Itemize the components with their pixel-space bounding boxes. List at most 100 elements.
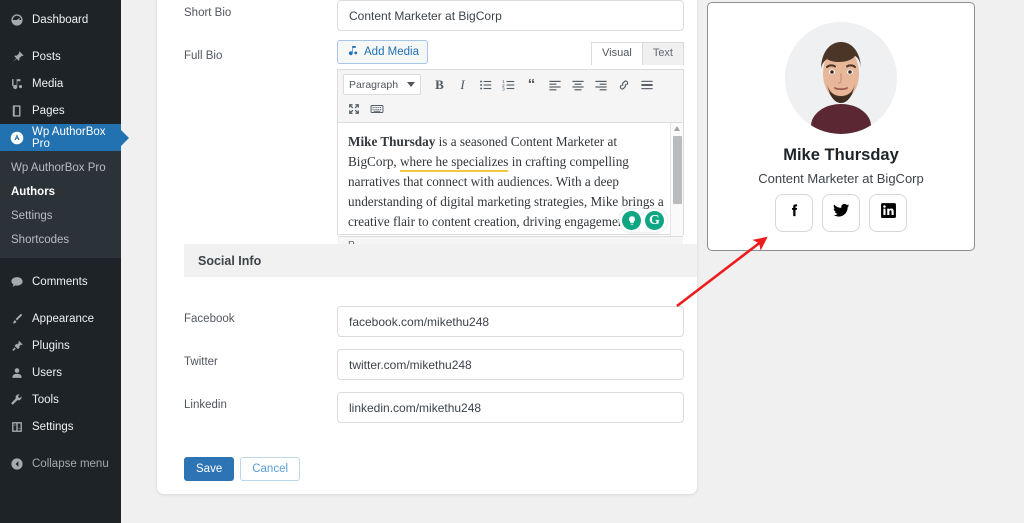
- bio-author-name: Mike Thursday: [348, 134, 436, 149]
- submenu-item-authors[interactable]: Authors: [0, 180, 121, 204]
- submenu-item-wp-authorbox-pro[interactable]: Wp AuthorBox Pro: [0, 156, 121, 180]
- sidebar-item-posts[interactable]: Posts: [0, 43, 121, 70]
- linkedin-icon: [880, 202, 897, 224]
- sidebar-item-media[interactable]: Media: [0, 70, 121, 97]
- sidebar-item-plugins[interactable]: Plugins: [0, 332, 121, 359]
- collapse-arrow-icon: [9, 456, 24, 471]
- full-bio-label: Full Bio: [184, 50, 223, 62]
- sidebar-item-comments[interactable]: Comments: [0, 268, 121, 295]
- linkedin-social-button[interactable]: [869, 194, 907, 232]
- grammarly-logo-icon[interactable]: G: [645, 211, 664, 230]
- paragraph-format-value: Paragraph: [349, 78, 399, 91]
- tab-text[interactable]: Text: [642, 42, 684, 65]
- numbered-list-icon[interactable]: 123: [498, 75, 519, 95]
- sidebar-label: Plugins: [32, 339, 70, 352]
- sidebar-item-dashboard[interactable]: Dashboard: [0, 6, 121, 33]
- sidebar-item-wp-authorbox-pro[interactable]: Wp AuthorBox Pro: [0, 124, 121, 151]
- sidebar-divider: [0, 295, 121, 305]
- bold-icon[interactable]: B: [429, 75, 450, 95]
- sidebar-label: Appearance: [32, 312, 95, 325]
- bulleted-list-icon[interactable]: [475, 75, 496, 95]
- scroll-up-arrow-icon[interactable]: [674, 126, 680, 131]
- author-edit-form-card: Short Bio Full Bio Add Media Visual Text…: [157, 0, 697, 494]
- users-icon: [9, 365, 24, 380]
- preview-author-title: Content Marketer at BigCorp: [758, 171, 924, 186]
- cancel-button[interactable]: Cancel: [240, 457, 301, 481]
- add-media-label: Add Media: [364, 46, 419, 58]
- align-right-icon[interactable]: [590, 75, 611, 95]
- sidebar-item-settings[interactable]: Settings: [0, 413, 121, 440]
- blockquote-icon[interactable]: “: [521, 75, 542, 95]
- paragraph-format-select[interactable]: Paragraph: [343, 74, 421, 95]
- short-bio-label: Short Bio: [184, 7, 232, 19]
- sidebar-label: Media: [32, 77, 64, 90]
- facebook-label: Facebook: [184, 313, 235, 325]
- facebook-icon: [786, 202, 803, 224]
- read-more-icon[interactable]: [636, 75, 657, 95]
- chevron-down-icon: [407, 82, 415, 87]
- keyboard-toolbar-icon[interactable]: [366, 99, 387, 119]
- authorbox-icon: [9, 130, 24, 145]
- twitter-label: Twitter: [184, 356, 218, 368]
- wrench-icon: [9, 392, 24, 407]
- media-icon: [9, 76, 24, 91]
- sidebar-label: Tools: [32, 393, 59, 406]
- settings-icon: [9, 419, 24, 434]
- admin-sidebar: Dashboard Posts Media Pages Wp AuthorBox…: [0, 0, 121, 523]
- sidebar-item-tools[interactable]: Tools: [0, 386, 121, 413]
- preview-author-name: Mike Thursday: [783, 146, 899, 164]
- tab-visual[interactable]: Visual: [591, 42, 643, 65]
- author-preview-card: Mike Thursday Content Marketer at BigCor…: [707, 2, 975, 251]
- submenu-item-shortcodes[interactable]: Shortcodes: [0, 228, 121, 252]
- editor-toolbar: Paragraph B I 123 “: [338, 70, 683, 123]
- add-media-button[interactable]: Add Media: [337, 40, 428, 64]
- plugin-icon: [9, 338, 24, 353]
- twitter-url-input[interactable]: [337, 349, 684, 380]
- authorbox-submenu: Wp AuthorBox Pro Authors Settings Shortc…: [0, 151, 121, 258]
- sidebar-label: Wp AuthorBox Pro: [32, 125, 106, 150]
- sidebar-item-appearance[interactable]: Appearance: [0, 305, 121, 332]
- save-button[interactable]: Save: [184, 457, 235, 481]
- align-center-icon[interactable]: [567, 75, 588, 95]
- twitter-icon: [833, 202, 850, 224]
- pin-icon: [9, 49, 24, 64]
- editor-header: Add Media Visual Text: [337, 40, 684, 65]
- linkedin-label: Linkedin: [184, 399, 227, 411]
- form-actions: Save Cancel: [184, 457, 301, 481]
- assistant-lightbulb-icon[interactable]: [622, 211, 641, 230]
- align-left-icon[interactable]: [544, 75, 565, 95]
- avatar: [785, 22, 897, 134]
- dashboard-icon: [9, 12, 24, 27]
- link-icon[interactable]: [613, 75, 634, 95]
- twitter-social-button[interactable]: [822, 194, 860, 232]
- collapse-menu-label: Collapse menu: [32, 457, 109, 470]
- editor-scrollbar[interactable]: [670, 123, 683, 236]
- sidebar-divider: [0, 258, 121, 268]
- bio-inline-link[interactable]: where he specializes: [400, 154, 509, 172]
- brush-icon: [9, 311, 24, 326]
- sidebar-label: Users: [32, 366, 63, 379]
- fullscreen-icon[interactable]: [343, 99, 364, 119]
- pages-icon: [9, 103, 24, 118]
- collapse-menu-button[interactable]: Collapse menu: [0, 450, 121, 477]
- sidebar-label: Settings: [32, 420, 74, 433]
- grammarly-widget[interactable]: G: [619, 209, 667, 232]
- italic-icon[interactable]: I: [452, 75, 473, 95]
- sidebar-item-users[interactable]: Users: [0, 359, 121, 386]
- short-bio-input[interactable]: [337, 0, 684, 31]
- social-info-title: Social Info: [198, 253, 262, 268]
- wordpress-admin-screen: Dashboard Posts Media Pages Wp AuthorBox…: [0, 0, 1024, 523]
- add-media-icon: [346, 44, 359, 60]
- facebook-social-button[interactable]: [775, 194, 813, 232]
- social-info-heading: Social Info: [184, 244, 697, 277]
- scrollbar-thumb[interactable]: [673, 136, 682, 204]
- facebook-url-input[interactable]: [337, 306, 684, 337]
- linkedin-url-input[interactable]: [337, 392, 684, 423]
- sidebar-divider: [0, 33, 121, 43]
- sidebar-item-pages[interactable]: Pages: [0, 97, 121, 124]
- submenu-item-settings[interactable]: Settings: [0, 204, 121, 228]
- preview-social-buttons: [708, 194, 974, 232]
- sidebar-label: Posts: [32, 50, 61, 63]
- svg-text:3: 3: [502, 86, 505, 91]
- sidebar-label: Pages: [32, 104, 65, 117]
